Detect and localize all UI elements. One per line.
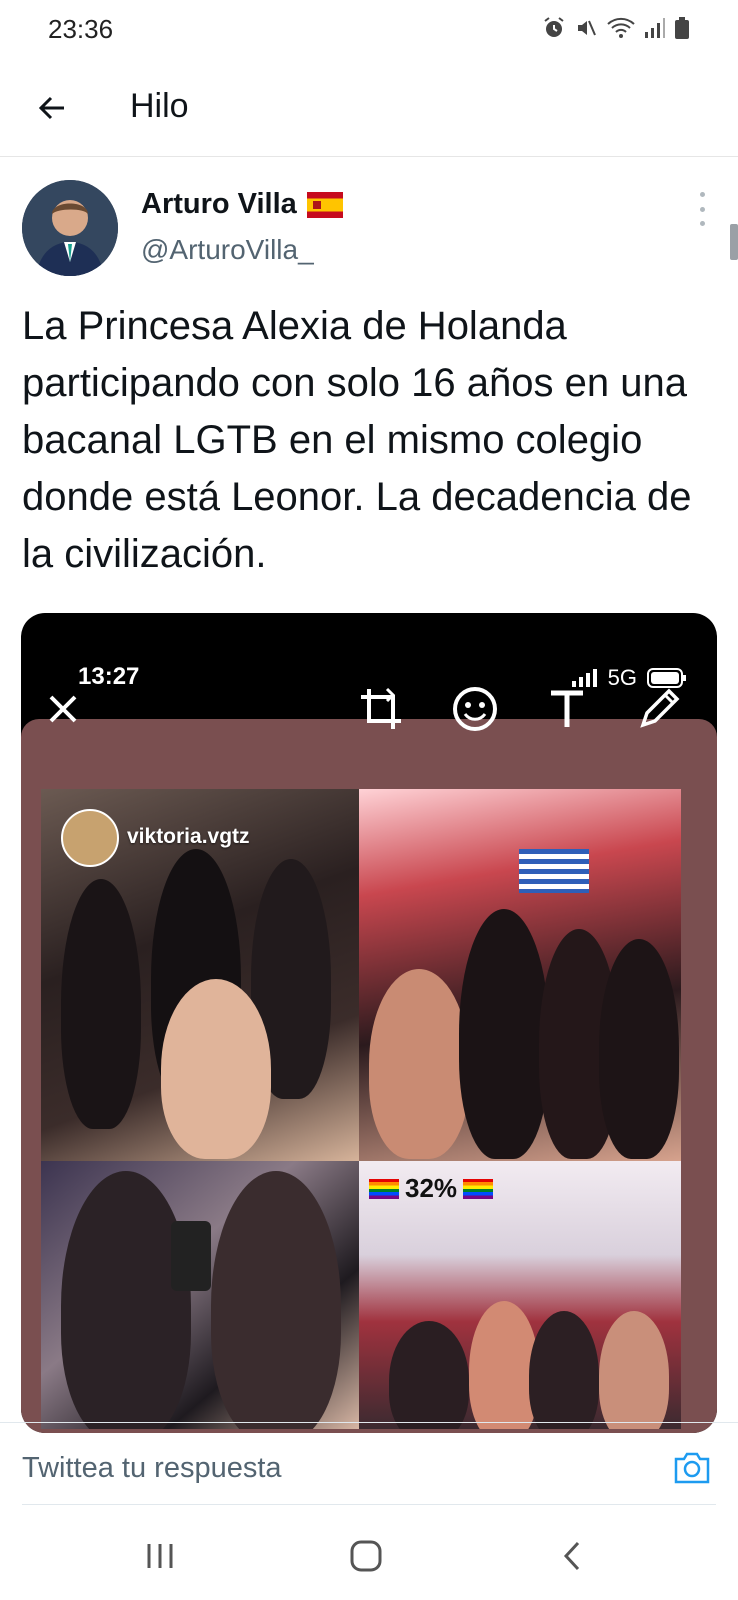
author-name-text: Arturo Villa	[141, 188, 297, 220]
chevron-left-icon	[563, 1541, 580, 1571]
back-button[interactable]	[30, 86, 74, 130]
reply-divider-bottom	[22, 1504, 716, 1505]
author-handle[interactable]: @ArturoVilla_	[141, 234, 314, 266]
collage-photo	[41, 1161, 359, 1429]
scrollbar[interactable]	[730, 224, 738, 260]
page-title: Hilo	[130, 87, 189, 125]
tweet-media[interactable]: 13:27 5G viktoria.vgtz 32%	[21, 613, 717, 1433]
sticker-icon	[445, 679, 505, 739]
home-icon	[350, 1540, 382, 1572]
collage-photo	[359, 789, 681, 1161]
close-icon	[33, 679, 93, 739]
camera-button[interactable]	[670, 1446, 714, 1490]
camera-icon	[674, 1452, 710, 1484]
photo-collage: viktoria.vgtz 32%	[41, 789, 681, 1429]
author-name[interactable]: Arturo Villa	[141, 188, 343, 221]
home-button[interactable]	[336, 1528, 396, 1584]
text-icon	[537, 679, 597, 739]
back-nav-button[interactable]	[542, 1528, 602, 1584]
overlay-percent-text: 32%	[405, 1173, 458, 1203]
rainbow-flag-icon	[463, 1178, 494, 1199]
battery-icon	[675, 17, 689, 39]
mute-icon	[578, 20, 596, 36]
overlay-percent: 32%	[369, 1173, 494, 1204]
status-icons	[542, 16, 690, 40]
status-time: 23:36	[48, 14, 114, 44]
recents-icon	[147, 1544, 173, 1568]
avatar-photo	[22, 180, 118, 276]
overlay-handle: viktoria.vgtz	[127, 825, 250, 848]
spain-flag-icon	[306, 191, 343, 218]
reply-input[interactable]: Twittea tu respuesta	[22, 1440, 642, 1496]
rainbow-flag-icon	[369, 1178, 399, 1199]
reply-divider-top	[0, 1422, 738, 1423]
wifi-icon	[607, 17, 635, 38]
overlay-avatar	[61, 809, 119, 867]
more-dot-icon	[699, 221, 705, 226]
tweet-text: La Princesa Alexia de Holanda participan…	[22, 304, 692, 576]
more-options-button[interactable]	[690, 192, 714, 226]
avatar[interactable]	[22, 180, 118, 276]
more-dot-icon	[699, 192, 705, 197]
crop-icon	[351, 679, 411, 739]
signal-icon	[645, 18, 665, 38]
collage-photo: viktoria.vgtz	[41, 789, 359, 1161]
pencil-icon	[629, 679, 689, 739]
recents-button[interactable]	[130, 1528, 190, 1584]
collage-photo: 32%	[359, 1161, 681, 1429]
header-divider	[0, 156, 738, 157]
more-dot-icon	[699, 206, 705, 212]
alarm-icon	[544, 17, 564, 37]
arrow-left-icon	[38, 96, 64, 120]
